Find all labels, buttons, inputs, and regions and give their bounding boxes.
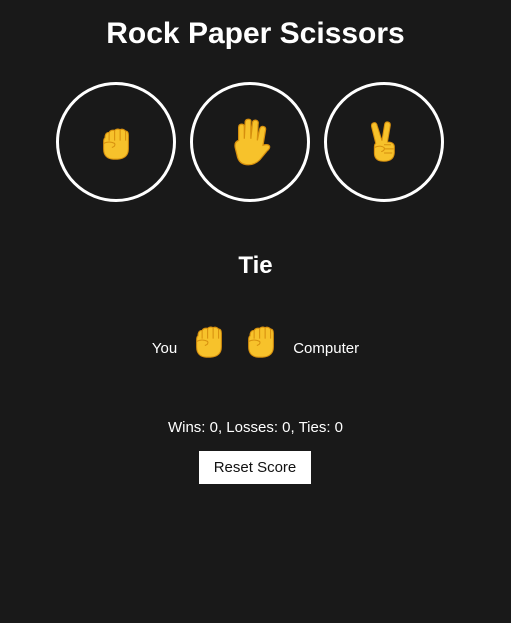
score-text: Wins: 0, Losses: 0, Ties: 0 — [167, 419, 344, 436]
moves-display: You Computer — [0, 312, 511, 362]
fist-icon — [94, 120, 138, 164]
choice-buttons — [56, 82, 446, 202]
result-text: Tie — [238, 252, 273, 279]
player-label: You — [151, 340, 178, 357]
paper-button[interactable] — [190, 82, 310, 202]
victory-hand-icon — [362, 118, 406, 166]
computer-label: Computer — [293, 340, 360, 357]
page-title: Rock Paper Scissors — [106, 17, 405, 50]
app: Rock Paper Scissors Tie You Computer Win… — [0, 0, 511, 623]
scissors-button[interactable] — [324, 82, 444, 202]
computer-fist-icon — [239, 318, 283, 362]
reset-score-button[interactable]: Reset Score — [199, 451, 311, 484]
rock-button[interactable] — [56, 82, 176, 202]
raised-hand-icon — [224, 116, 276, 168]
player-fist-icon — [187, 318, 231, 362]
